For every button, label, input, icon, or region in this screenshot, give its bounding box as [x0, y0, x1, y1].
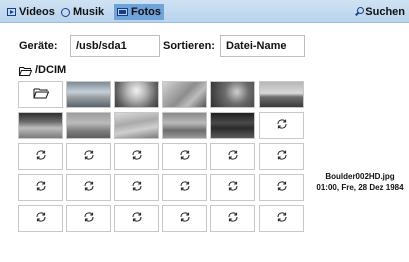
tab-videos[interactable]: Videos	[4, 4, 58, 20]
loading-tile[interactable]	[18, 143, 63, 170]
photo-thumbnail[interactable]	[259, 81, 304, 108]
refresh-icon	[83, 211, 95, 226]
refresh-icon	[35, 180, 47, 195]
thumbnail-image	[211, 82, 254, 107]
photo-thumbnail[interactable]	[210, 81, 255, 108]
loading-tile[interactable]	[18, 174, 63, 201]
device-select[interactable]: /usb/sda1	[70, 35, 160, 57]
loading-tile[interactable]	[114, 174, 159, 201]
photo-thumbnail[interactable]	[114, 81, 159, 108]
refresh-icon	[276, 211, 288, 226]
refresh-icon	[276, 118, 288, 133]
refresh-icon	[227, 149, 239, 164]
breadcrumb: /DCIM	[19, 63, 66, 77]
photo-thumbnail[interactable]	[114, 112, 159, 139]
refresh-icon	[35, 211, 47, 226]
refresh-icon	[179, 180, 191, 195]
thumbnail-image	[115, 82, 158, 107]
loading-tile[interactable]	[18, 205, 63, 232]
loading-tile[interactable]	[259, 205, 304, 232]
photo-thumbnail[interactable]	[162, 81, 207, 108]
file-name: Boulder002HD.jpg	[325, 172, 395, 181]
tab-musik-label: Musik	[73, 6, 105, 18]
loading-tile[interactable]	[210, 143, 255, 170]
loading-tile[interactable]	[66, 143, 111, 170]
loading-tile[interactable]	[259, 143, 304, 170]
search-label: Suchen	[365, 6, 405, 18]
search-button[interactable]: Suchen	[354, 4, 405, 20]
refresh-icon	[227, 211, 239, 226]
loading-tile[interactable]	[66, 174, 111, 201]
refresh-icon	[179, 149, 191, 164]
thumbnail-image	[260, 82, 303, 107]
refresh-icon	[227, 180, 239, 195]
sort-label: Sortieren:	[163, 40, 215, 52]
filter-row: Geräte: /usb/sda1 Sortieren: Datei-Name	[0, 35, 409, 57]
photo-thumbnail[interactable]	[66, 81, 111, 108]
sort-select[interactable]: Datei-Name	[220, 35, 305, 57]
thumbnail-image	[163, 113, 206, 138]
parent-folder-tile[interactable]	[18, 81, 63, 108]
loading-tile[interactable]	[162, 174, 207, 201]
media-tab-bar: Videos Musik Fotos Suchen	[0, 0, 409, 23]
tab-videos-label: Videos	[19, 6, 55, 18]
photo-thumbnail[interactable]	[66, 112, 111, 139]
tab-fotos[interactable]: Fotos	[114, 4, 164, 20]
refresh-icon	[131, 180, 143, 195]
loading-tile[interactable]	[162, 143, 207, 170]
search-icon	[354, 7, 365, 17]
loading-tile[interactable]	[210, 205, 255, 232]
thumbnail-image	[67, 82, 110, 107]
loading-tile[interactable]	[259, 174, 304, 201]
file-datetime: 01:00, Fre, 28 Dez 1984	[316, 183, 404, 192]
thumbnail-image	[19, 113, 62, 138]
loading-tile[interactable]	[114, 143, 159, 170]
thumbnail-image	[67, 113, 110, 138]
file-info-panel: Boulder002HD.jpg 01:00, Fre, 28 Dez 1984	[316, 171, 404, 193]
refresh-icon	[179, 211, 191, 226]
photo-thumbnail[interactable]	[210, 112, 255, 139]
photo-icon	[117, 8, 128, 16]
folder-icon	[33, 87, 49, 102]
thumbnail-image	[163, 82, 206, 107]
loading-tile[interactable]	[114, 205, 159, 232]
refresh-icon	[83, 180, 95, 195]
photo-thumbnail[interactable]	[162, 112, 207, 139]
refresh-icon	[131, 211, 143, 226]
thumbnail-image	[115, 113, 158, 138]
tab-fotos-label: Fotos	[131, 6, 161, 18]
loading-tile[interactable]	[259, 112, 304, 139]
current-path: /DCIM	[35, 64, 67, 76]
video-icon	[7, 8, 16, 16]
refresh-icon	[83, 149, 95, 164]
tab-musik[interactable]: Musik	[58, 4, 107, 20]
loading-tile[interactable]	[210, 174, 255, 201]
loading-tile[interactable]	[162, 205, 207, 232]
refresh-icon	[131, 149, 143, 164]
refresh-icon	[35, 149, 47, 164]
device-label: Geräte:	[19, 40, 58, 52]
refresh-icon	[276, 180, 288, 195]
loading-tile[interactable]	[66, 205, 111, 232]
music-icon	[61, 7, 70, 17]
thumbnail-image	[211, 113, 254, 138]
refresh-icon	[276, 149, 288, 164]
folder-open-icon	[19, 66, 32, 76]
photo-thumbnail[interactable]	[18, 112, 63, 139]
